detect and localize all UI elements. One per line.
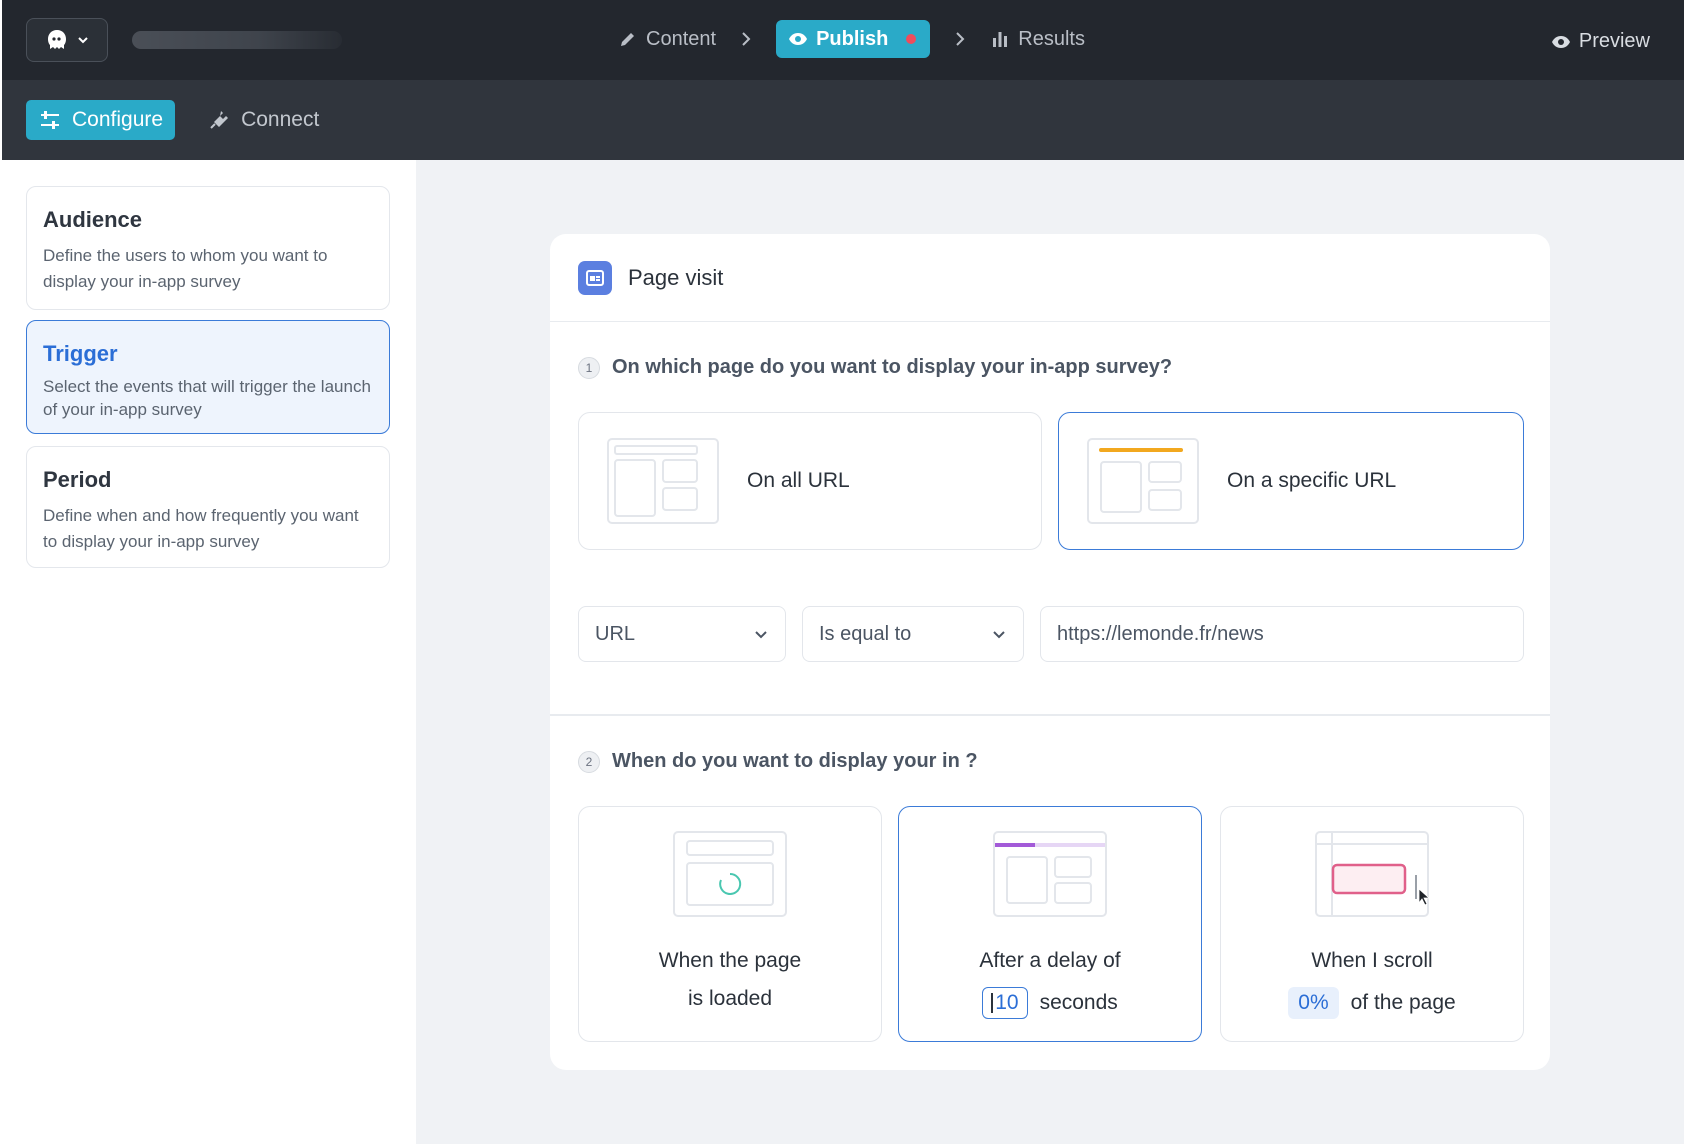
page-visit-panel: Page visit 1 On which page do you want t… [550, 234, 1550, 1070]
operator-select[interactable]: Is equal to [802, 606, 1024, 662]
delay-row: 10 seconds [899, 987, 1201, 1019]
tab-configure-label: Configure [72, 108, 164, 131]
page-delay-icon [993, 831, 1107, 917]
scroll-percent-input[interactable]: 0% [1288, 987, 1339, 1019]
delay-unit: seconds [1039, 991, 1118, 1014]
sidebar: Audience Define the users to whom you wa… [0, 160, 416, 1144]
option-specific-url[interactable]: On a specific URL [1058, 412, 1524, 550]
timing-label-2: is loaded [579, 987, 881, 1011]
page-scroll-icon [1315, 831, 1429, 917]
panel-header: Page visit [550, 234, 1550, 322]
ghost-logo-icon [48, 30, 66, 49]
step-publish[interactable]: Publish [776, 20, 931, 58]
delay-value: 10 [995, 991, 1019, 1014]
timing-label: When the page [658, 949, 802, 972]
tab-connect-label: Connect [241, 108, 320, 131]
option-label: On all URL [747, 469, 850, 492]
step-content-label: Content [646, 27, 717, 50]
step-publish-label: Publish [816, 27, 889, 50]
sidebar-item-description: Define when and how frequently you want … [43, 506, 359, 551]
sub-nav-tabs: Configure Connect [26, 100, 331, 140]
select-value: Is equal to [819, 622, 912, 645]
preview-button[interactable]: Preview [1551, 30, 1650, 53]
page-loading-icon [673, 831, 787, 917]
scroll-row: 0% of the page [1221, 987, 1523, 1019]
workflow-steps: Content Publish Results [618, 20, 1085, 58]
sidebar-item-trigger[interactable]: Trigger Select the events that will trig… [26, 320, 390, 434]
unpublished-dot [906, 34, 917, 44]
timing-page-loaded[interactable]: When the page is loaded [578, 806, 882, 1042]
app-switcher-button[interactable] [26, 18, 108, 62]
option-all-url[interactable]: On all URL [578, 412, 1042, 550]
timing-label: When I scroll [1311, 949, 1433, 972]
preview-label: Preview [1578, 30, 1650, 52]
page-visit-icon [578, 260, 612, 295]
sidebar-item-period[interactable]: Period Define when and how frequently yo… [26, 446, 390, 568]
sidebar-item-audience[interactable]: Audience Define the users to whom you wa… [26, 186, 390, 310]
timing-scroll[interactable]: When I scroll 0% of the page [1220, 806, 1524, 1042]
step-content[interactable]: Content [618, 28, 716, 51]
chevron-right-icon [956, 32, 965, 46]
question-2: 2 When do you want to display your in ? [578, 750, 978, 773]
delay-seconds-input[interactable]: 10 [982, 987, 1028, 1019]
top-bar: Content Publish Results Preview [2, 0, 1684, 80]
question-text: On which page do you want to display you… [612, 356, 1173, 378]
sidebar-item-title: Audience [43, 207, 143, 232]
question-number: 2 [578, 750, 600, 773]
option-label: On a specific URL [1227, 469, 1397, 492]
timing-label: After a delay of [979, 949, 1121, 972]
step-results-label: Results [1018, 27, 1085, 50]
question-text: When do you want to display your in ? [612, 750, 978, 772]
sidebar-item-title: Trigger [43, 341, 118, 366]
page-url-icon [1087, 438, 1199, 524]
url-value-input[interactable]: https://lemonde.fr/news [1040, 606, 1524, 662]
step-results[interactable]: Results [990, 28, 1085, 51]
question-1: 1 On which page do you want to display y… [578, 356, 1172, 379]
section-divider [550, 714, 1550, 716]
eye-icon [789, 33, 808, 45]
page-layout-icon [607, 438, 719, 524]
tab-configure[interactable]: Configure [26, 100, 176, 140]
chevron-down-icon [755, 631, 767, 639]
select-value: URL [595, 622, 636, 645]
bar-chart-icon [993, 32, 1008, 47]
question-number: 1 [578, 356, 600, 379]
panel-title: Page visit [628, 264, 724, 290]
sidebar-item-description: Select the events that will trigger the … [43, 377, 371, 419]
input-value: https://lemonde.fr/news [1057, 622, 1264, 645]
chevron-down-icon [78, 37, 88, 44]
sidebar-item-title: Period [43, 467, 112, 492]
survey-name-placeholder [132, 31, 342, 49]
tab-connect[interactable]: Connect [195, 100, 331, 140]
plug-icon [210, 111, 229, 129]
eye-icon [1551, 35, 1570, 48]
timing-delay[interactable]: After a delay of 10 seconds [898, 806, 1202, 1042]
scroll-suffix: of the page [1350, 991, 1456, 1014]
chevron-right-icon [742, 32, 751, 46]
timing-label-text: is loaded [687, 987, 773, 1010]
url-field-select[interactable]: URL [578, 606, 786, 662]
chevron-down-icon [993, 631, 1005, 639]
sliders-icon [41, 111, 59, 129]
pencil-icon [621, 33, 634, 46]
sidebar-item-description: Define the users to whom you want to dis… [43, 246, 328, 291]
